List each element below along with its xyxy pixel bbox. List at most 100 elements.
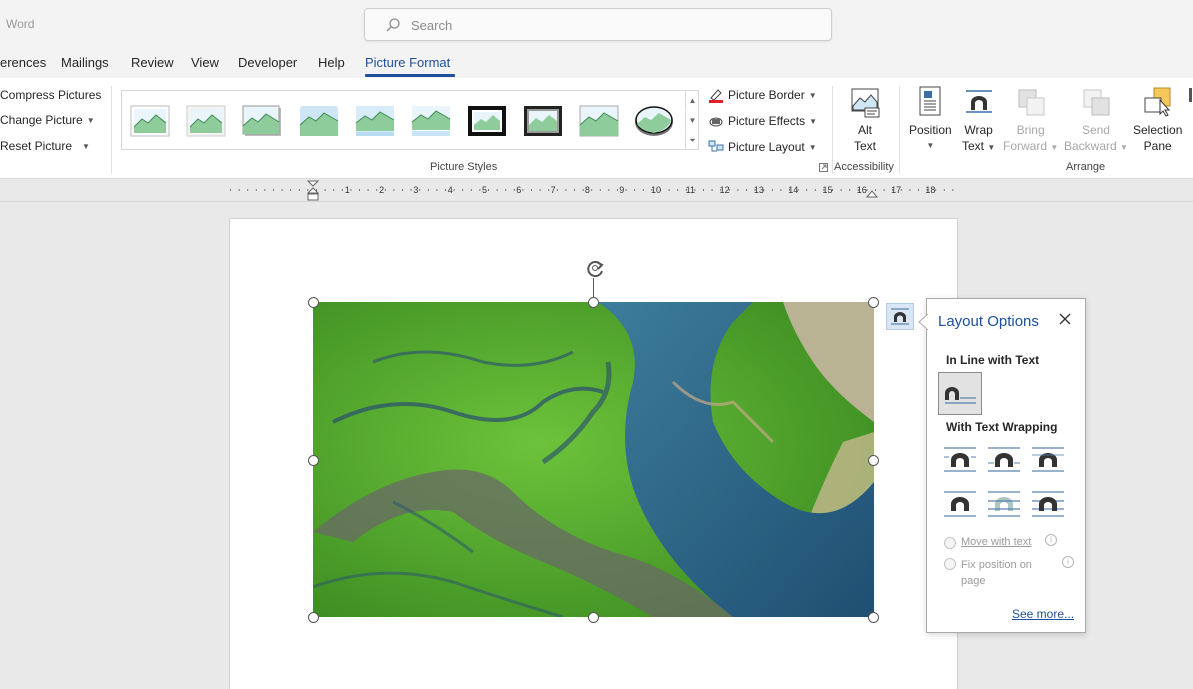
resize-handle-bottom-right[interactable] — [868, 612, 879, 623]
send-backward-button[interactable]: Send Backward ▼ — [1064, 86, 1128, 156]
search-box[interactable] — [364, 8, 832, 41]
right-indent-marker-icon[interactable] — [866, 186, 878, 198]
resize-handle-top-right[interactable] — [868, 297, 879, 308]
picture-style-drop-shadow[interactable] — [242, 105, 282, 137]
wrap-option-tight[interactable] — [986, 445, 1022, 475]
fix-position-option[interactable]: Fix position on page — [944, 557, 1032, 589]
ruler-minor-tick — [814, 189, 816, 191]
picture-style-perspective-shadow[interactable] — [579, 105, 619, 137]
resize-handle-bottom[interactable] — [588, 612, 599, 623]
resize-handle-bottom-left[interactable] — [308, 612, 319, 623]
see-more-link[interactable]: See more... — [1012, 607, 1074, 621]
wrap-text-label-2: Text — [962, 139, 985, 153]
tab-help[interactable]: Help — [318, 55, 345, 70]
ruler-number: 1 — [345, 185, 350, 195]
picture-styles-group-label: Picture Styles — [430, 161, 498, 173]
picture-effects-button[interactable]: Picture Effects ▼ — [708, 113, 817, 129]
wrap-option-top-bottom[interactable] — [942, 489, 978, 519]
rotate-handle-icon[interactable] — [584, 257, 606, 279]
close-icon[interactable] — [1057, 311, 1073, 327]
picture-style-reflected[interactable] — [411, 105, 451, 137]
ruler-minor-tick — [479, 189, 481, 191]
group-separator — [111, 86, 112, 174]
ribbon: Compress Pictures Change Picture ▼ Reset… — [0, 78, 1193, 179]
chevron-down-icon: ▼ — [987, 143, 996, 152]
selection-pane-label-2: Pane — [1143, 139, 1172, 153]
tab-view[interactable]: View — [191, 55, 219, 70]
picture-style-beveled-matte-white[interactable] — [186, 105, 226, 137]
gallery-scroll-down[interactable]: ▼ — [685, 111, 699, 130]
ruler-minor-tick — [513, 189, 515, 191]
chevron-down-icon: ▼ — [86, 115, 95, 125]
ruler-minor-tick — [668, 189, 670, 191]
move-with-text-option[interactable]: Move with text — [944, 536, 1031, 549]
picture-style-soft-edge[interactable] — [355, 105, 395, 137]
clipped-align-icon — [1189, 88, 1192, 102]
fix-position-radio[interactable] — [944, 558, 956, 570]
tab-picture-format[interactable]: Picture Format — [365, 55, 450, 70]
ruler-number: 8 — [585, 185, 590, 195]
picture-style-metal-frame[interactable] — [523, 105, 563, 137]
reset-picture-button[interactable]: Reset Picture ▼ — [0, 139, 90, 153]
bring-forward-label-2: Forward — [1003, 139, 1048, 153]
wrap-option-through[interactable] — [1030, 445, 1066, 475]
horizontal-ruler[interactable]: 1 2 3 4 5 6 7 8 9 10 11 12 13 14 15 16 17 18 — [0, 180, 1193, 202]
send-backward-icon — [1083, 89, 1110, 116]
ruler-minor-tick — [943, 189, 945, 191]
info-icon[interactable]: i — [1062, 556, 1074, 568]
ruler-minor-tick — [746, 189, 747, 191]
indent-marker-icon[interactable] — [307, 180, 319, 202]
picture-style-thick-black-frame[interactable] — [467, 105, 507, 137]
chevron-down-icon: ▼ — [1120, 143, 1128, 152]
gallery-more-button[interactable]: ⏷ — [685, 131, 699, 150]
position-label: Position — [909, 123, 952, 137]
selected-picture[interactable] — [313, 302, 874, 617]
resize-handle-top[interactable] — [588, 297, 599, 308]
compress-pictures-button[interactable]: Compress Pictures — [0, 88, 101, 102]
send-backward-label-2-row: Backward ▼ — [1064, 138, 1128, 156]
picture-style-oval[interactable] — [634, 105, 674, 137]
move-with-text-radio[interactable] — [944, 537, 956, 549]
alt-text-button[interactable]: Alt Text — [849, 86, 881, 154]
ruler-number: 5 — [482, 185, 487, 195]
ruler-minor-tick — [290, 189, 292, 191]
wrap-option-square[interactable] — [942, 445, 978, 475]
selection-pane-button[interactable]: Selection Pane — [1133, 86, 1182, 154]
search-input[interactable] — [411, 15, 811, 35]
tab-mailings[interactable]: Mailings — [61, 55, 109, 70]
ruler-minor-tick — [582, 189, 584, 191]
bring-forward-button[interactable]: Bring Forward ▼ — [1003, 86, 1058, 156]
info-icon[interactable]: i — [1045, 534, 1057, 546]
resize-handle-top-left[interactable] — [308, 297, 319, 308]
picture-layout-button[interactable]: Picture Layout ▼ — [708, 139, 817, 155]
wrap-option-in-front[interactable] — [1030, 489, 1066, 519]
ruler-minor-tick — [488, 189, 489, 191]
dialog-launcher-icon[interactable] — [819, 163, 828, 172]
title-bar: Word — [0, 0, 1193, 50]
resize-handle-right[interactable] — [868, 455, 879, 466]
tab-references[interactable]: erences — [0, 55, 46, 70]
change-picture-button[interactable]: Change Picture ▼ — [0, 113, 95, 127]
layout-options-button[interactable] — [886, 303, 914, 330]
tab-review[interactable]: Review — [131, 55, 174, 70]
picture-style-simple-frame-white[interactable] — [130, 105, 170, 137]
wrap-text-button[interactable]: Wrap Text ▼ — [962, 86, 995, 156]
chevron-down-icon: ▼ — [1050, 143, 1059, 152]
resize-handle-left[interactable] — [308, 455, 319, 466]
gallery-scroll-up[interactable]: ▲ — [685, 91, 699, 110]
picture-border-button[interactable]: Picture Border ▼ — [708, 87, 817, 103]
ruler-number: 11 — [686, 185, 695, 195]
wrap-option-behind-text[interactable] — [986, 489, 1022, 519]
ruler-number: 2 — [379, 185, 384, 195]
picture-effects-label: Picture Effects — [728, 114, 806, 128]
ruler-minor-tick — [230, 189, 231, 191]
selection-pane-label-1: Selection — [1133, 123, 1183, 137]
chevron-down-icon: ▼ — [82, 141, 90, 151]
ruler-minor-tick — [273, 189, 274, 191]
ruler-minor-tick — [780, 189, 782, 191]
position-button[interactable]: Position ▼ — [909, 86, 952, 154]
tab-developer[interactable]: Developer — [238, 55, 297, 70]
wrap-option-inline[interactable] — [938, 372, 982, 415]
ruler-minor-tick — [909, 189, 911, 191]
picture-style-rounded-diagonal[interactable] — [299, 105, 339, 137]
